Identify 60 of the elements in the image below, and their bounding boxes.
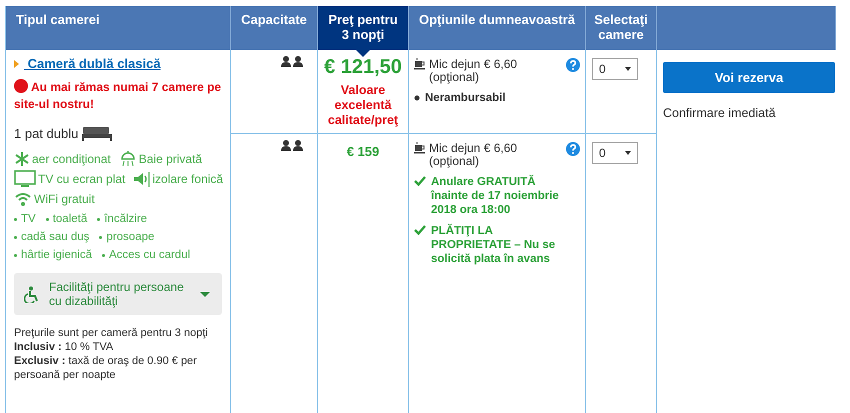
amenity-item: cadă sau duş <box>21 231 90 243</box>
amenity-item: prosoape <box>106 231 154 243</box>
bed-icon <box>82 125 112 141</box>
column-header: Tipul camerei <box>6 6 231 50</box>
help-icon[interactable] <box>566 142 580 156</box>
reserve-button[interactable]: Voi rezerva <box>663 62 835 93</box>
facility-label: izolare fonică <box>152 172 224 186</box>
bullet-icon <box>414 95 420 101</box>
price-value: € 159 <box>346 144 380 159</box>
condition-text: Nerambursabil <box>425 91 506 105</box>
bullet-icon <box>97 218 100 220</box>
wifi-icon <box>14 191 32 207</box>
wheelchair-icon <box>24 286 39 302</box>
arrow-icon <box>14 60 19 68</box>
confirmation-note: Confirmare imediată <box>663 106 777 120</box>
condition-text: Anulare GRATUITĂ înainte de 17 noiembrie 2018 ora 18:00 <box>431 175 560 217</box>
price-note: Exclusiv : taxă de oraş de 0.90 € per persoană per noapte <box>14 354 198 382</box>
coffee-cup-icon <box>414 142 425 154</box>
facility-label: aer condiţionat <box>32 152 111 166</box>
accessibility-dropdown[interactable]: Facilităţi pentru persoane cu dizabilităţi <box>14 273 222 315</box>
room-count-select[interactable]: 0 <box>592 142 638 164</box>
check-icon <box>414 224 426 236</box>
room-link[interactable]: Cameră dublă clasică <box>24 56 161 71</box>
column-header: Capacitate <box>231 6 318 50</box>
bullet-icon <box>14 236 17 238</box>
meal-option: Mic dejun € 6,60 (opţional) <box>429 58 562 84</box>
tv-icon <box>14 170 36 188</box>
amenity-item: încălzire <box>104 213 148 225</box>
price-note: Preţurile sunt per cameră pentru 3 nopţi <box>14 326 209 340</box>
bullet-icon <box>99 236 102 238</box>
value-label: Valoare excelentă calitate/preţ <box>326 83 400 128</box>
price-note: Inclusiv : 10 % TVA <box>14 340 114 354</box>
facility-label: Baie privată <box>138 152 202 166</box>
help-icon[interactable] <box>566 58 580 72</box>
column-header: Selectaţi camere <box>586 6 657 50</box>
meal-option: Mic dejun € 6,60 (opţional) <box>429 142 562 168</box>
facility-label: WiFi gratuit <box>34 192 95 206</box>
amenity-item: TV <box>21 213 36 225</box>
bullet-icon <box>46 218 49 220</box>
guests-icon <box>281 140 303 151</box>
column-header: Opţiunile dumneavoastră <box>409 6 586 50</box>
amenity-item: Acces cu cardul <box>108 249 190 261</box>
snowflake-icon <box>14 151 30 167</box>
bullet-icon <box>14 254 17 256</box>
condition-text: PLĂTIŢI LA PROPRIETATE – Nu se solicită plata în avans <box>431 224 556 266</box>
shower-icon <box>118 151 137 167</box>
speaker-icon <box>133 170 150 188</box>
guests-icon <box>281 56 303 67</box>
check-icon <box>414 175 426 187</box>
bed-label: 1 pat dublu <box>14 126 78 140</box>
pointer-icon <box>356 50 370 57</box>
availability-warning: Au mai rămas numai 7 camere pe site-ul nostru! <box>14 79 222 113</box>
amenity-item: hârtie igienică <box>21 249 92 261</box>
amenity-item: toaletă <box>52 213 88 225</box>
facility-label: TV cu ecran plat <box>38 172 126 186</box>
room-count-select[interactable]: 0 <box>592 58 638 80</box>
price-value: € 121,50 <box>323 56 403 79</box>
coffee-cup-icon <box>414 58 425 70</box>
bullet-icon <box>14 218 17 220</box>
bullet-icon <box>102 254 105 256</box>
